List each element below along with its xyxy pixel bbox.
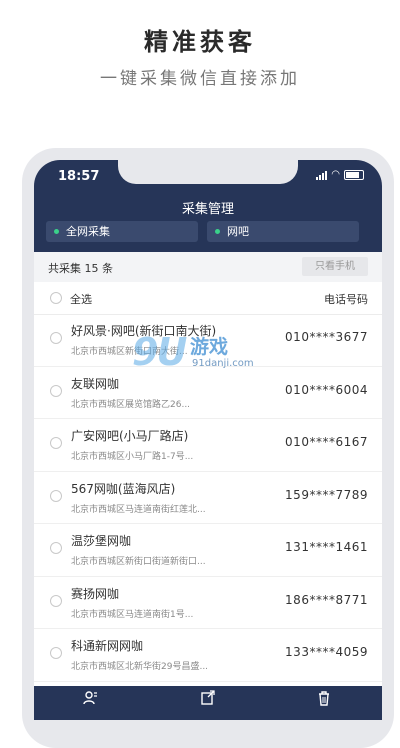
status-icons: ◠ <box>316 170 364 180</box>
filter-label: 网吧 <box>227 225 249 238</box>
item-address: 北京市西城区北新华街29号昌盛... <box>71 662 209 672</box>
app-header: 18:57 ◠ 采集管理 全网采集 网吧 <box>34 160 382 252</box>
list-item[interactable]: 温莎堡网咖 北京市西城区新街口街道新街口... 131****1461 <box>34 524 382 577</box>
item-name: 好风景·网吧(新街口南大街) <box>71 324 217 338</box>
list-item[interactable]: 赛扬网咖 北京市西城区马连道南街1号... 186****8771 <box>34 577 382 629</box>
summary-bar: 共采集 15 条 只看手机 <box>34 252 382 282</box>
list-item[interactable]: 567网咖(蓝海风店) 北京市西城区马连道南街红莲北... 159****778… <box>34 472 382 524</box>
phone-column-header: 电话号码 <box>324 293 368 306</box>
phone-only-button[interactable]: 只看手机 <box>302 257 368 276</box>
item-name: 广安网吧(小马厂路店) <box>71 429 189 443</box>
hero-subtitle: 一键采集微信直接添加 <box>100 69 300 89</box>
filter-label: 全网采集 <box>66 225 110 238</box>
item-name: 567网咖(蓝海风店) <box>71 481 176 496</box>
item-name: 温莎堡网咖 <box>71 534 132 548</box>
row-select-radio[interactable] <box>50 489 62 502</box>
result-list: 好风景·网吧(新街口南大街) 北京市西城区新街口南大街... 010****36… <box>34 314 382 682</box>
item-address: 北京市西城区小马厂路1-7号... <box>71 452 194 462</box>
wifi-icon: ◠ <box>331 169 340 180</box>
signal-icon <box>316 170 328 180</box>
item-phone: 159****7789 <box>285 487 368 502</box>
filter-all-network[interactable]: 全网采集 <box>46 221 198 242</box>
item-phone: 010****6004 <box>285 382 368 397</box>
item-name: 友联网咖 <box>71 376 120 391</box>
export-icon[interactable] <box>200 690 216 710</box>
row-select-radio[interactable] <box>50 437 62 449</box>
list-header: 全选 电话号码 <box>34 282 382 315</box>
row-select-radio[interactable] <box>50 594 62 607</box>
filter-internet-cafe[interactable]: 网吧 <box>207 221 359 242</box>
item-address: 北京市西城区马连道南街红莲北... <box>71 504 206 515</box>
phone-notch <box>118 160 298 184</box>
list-item[interactable]: 好风景·网吧(新街口南大街) 北京市西城区新街口南大街... 010****36… <box>34 314 382 367</box>
row-select-radio[interactable] <box>50 384 62 397</box>
item-address: 北京市西城区马连道南街1号... <box>71 609 194 620</box>
item-address: 北京市西城区新街口街道新街口... <box>71 557 206 567</box>
battery-icon <box>344 170 364 180</box>
item-phone: 186****8771 <box>285 592 368 607</box>
status-time: 18:57 <box>58 169 100 184</box>
item-phone: 133****4059 <box>285 645 368 659</box>
trash-icon[interactable] <box>316 690 332 710</box>
row-select-radio[interactable] <box>50 542 62 554</box>
item-address: 北京市西城区展览馆路乙26... <box>71 399 191 410</box>
user-add-icon[interactable] <box>82 690 98 710</box>
item-address: 北京市西城区新街口南大街... <box>71 347 188 357</box>
status-dot-icon <box>215 229 220 234</box>
status-dot-icon <box>54 229 59 234</box>
item-name: 赛扬网咖 <box>71 586 120 601</box>
collected-count: 共采集 15 条 <box>48 262 113 275</box>
hero-title: 精准获客 <box>144 28 256 56</box>
select-all-radio[interactable] <box>50 292 62 304</box>
item-name: 科通新网网咖 <box>71 639 144 653</box>
list-item[interactable]: 友联网咖 北京市西城区展览馆路乙26... 010****6004 <box>34 367 382 419</box>
list-item[interactable]: 科通新网网咖 北京市西城区北新华街29号昌盛... 133****4059 <box>34 629 382 682</box>
bottom-toolbar <box>34 686 382 720</box>
app-screen: 18:57 ◠ 采集管理 全网采集 网吧 共采集 15 条 只看手机 全选 电话… <box>34 160 382 720</box>
row-select-radio[interactable] <box>50 647 62 659</box>
row-select-radio[interactable] <box>50 332 62 344</box>
select-all-label[interactable]: 全选 <box>70 291 92 307</box>
item-phone: 010****6167 <box>285 435 368 449</box>
item-phone: 131****1461 <box>285 540 368 554</box>
list-item[interactable]: 广安网吧(小马厂路店) 北京市西城区小马厂路1-7号... 010****616… <box>34 419 382 472</box>
page-title: 采集管理 <box>181 202 234 217</box>
item-phone: 010****3677 <box>285 330 368 344</box>
